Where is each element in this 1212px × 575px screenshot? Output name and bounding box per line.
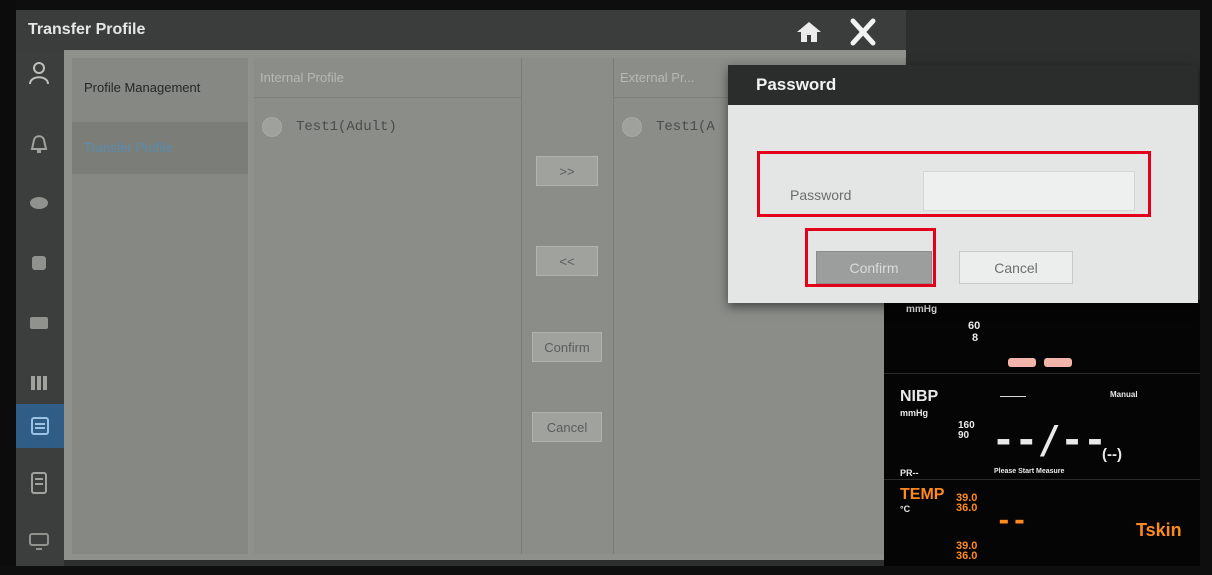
nav-item-transfer-profile[interactable]: Transfer Profile: [72, 122, 248, 174]
layout-icon[interactable]: [24, 368, 54, 398]
pressure-value-dash: [1044, 358, 1072, 367]
pressure-limit-high: 60: [968, 320, 981, 332]
pressure-parameter: mmHg 60 8: [884, 300, 1200, 374]
pulse-rate: PR--: [900, 468, 919, 478]
temp-limit-low: 36.0: [956, 502, 978, 514]
transfer-button-column: >> << Confirm Cancel: [522, 58, 614, 554]
home-icon[interactable]: [796, 20, 822, 44]
review-icon[interactable]: [24, 188, 54, 218]
nav-item-profile-management[interactable]: Profile Management: [72, 62, 248, 114]
pressure-limit-low: 8: [972, 332, 979, 344]
transfer-confirm-button[interactable]: Confirm: [532, 332, 602, 362]
radio-button[interactable]: [262, 117, 282, 137]
internal-profile-item[interactable]: Test1(Adult): [262, 116, 397, 138]
monitor-bezel-bottom: [0, 566, 1212, 575]
profile-icon[interactable]: [16, 404, 64, 448]
pressure-unit: mmHg: [906, 304, 938, 315]
nibp-label: NIBP: [900, 388, 939, 405]
internal-profile-panel: Internal Profile Test1(Adult): [254, 58, 522, 554]
title-bar: Transfer Profile: [16, 10, 906, 50]
profile-name: Test1(Adult): [296, 119, 397, 135]
transfer-cancel-button[interactable]: Cancel: [532, 412, 602, 442]
system-icon[interactable]: [24, 526, 54, 556]
calculation-icon[interactable]: [24, 468, 54, 498]
temp-unit: °C: [900, 504, 911, 514]
temp-value: --: [996, 506, 1028, 536]
nibp-status: Please Start Measure: [994, 468, 1065, 475]
setup-icon[interactable]: [24, 248, 54, 278]
internal-profile-header: Internal Profile: [254, 58, 521, 98]
parameter-area: mmHg 60 8 NIBP mmHg Manual 160 90 --/-- …: [884, 300, 1200, 566]
password-cancel-button[interactable]: Cancel: [959, 251, 1073, 284]
monitor-bezel-left: [0, 0, 16, 575]
temp-limit-low-2: 36.0: [956, 550, 978, 562]
window-title: Transfer Profile: [28, 21, 146, 38]
nibp-limit-low: 90: [958, 430, 970, 441]
display-icon[interactable]: [24, 308, 54, 338]
nibp-mode: Manual: [1110, 390, 1138, 399]
external-profile-item[interactable]: Test1(A: [622, 116, 715, 138]
temp-label: TEMP: [900, 486, 945, 503]
radio-button[interactable]: [622, 117, 642, 137]
screen: Transfer Profile Profile Management Tran…: [16, 10, 1200, 566]
pressure-value-dash: [1008, 358, 1036, 367]
patient-icon[interactable]: [24, 58, 54, 88]
nibp-value: --/--: [992, 418, 1107, 462]
nibp-unit: mmHg: [900, 408, 929, 418]
main-menu-rail: [16, 50, 64, 566]
profile-name: Test1(A: [656, 119, 715, 135]
transfer-to-external-button[interactable]: >>: [536, 156, 598, 186]
transfer-to-internal-button[interactable]: <<: [536, 246, 598, 276]
temp-parameter[interactable]: TEMP °C 39.0 36.0 -- Tskin 39.0 36.0: [884, 482, 1200, 566]
monitor-bezel-right: [1200, 0, 1212, 575]
password-dialog-title: Password: [728, 65, 1198, 105]
password-field-highlight: [757, 151, 1151, 217]
nibp-interval-line: [1000, 396, 1026, 397]
nibp-parameter[interactable]: NIBP mmHg Manual 160 90 --/-- (--) PR-- …: [884, 376, 1200, 480]
temp-site: Tskin: [1136, 520, 1182, 540]
profile-nav: Profile Management Transfer Profile: [72, 58, 248, 554]
confirm-button-highlight: [805, 228, 936, 287]
alarm-icon[interactable]: [24, 128, 54, 158]
nibp-mean: (--): [1102, 446, 1122, 463]
close-icon[interactable]: [848, 18, 878, 46]
